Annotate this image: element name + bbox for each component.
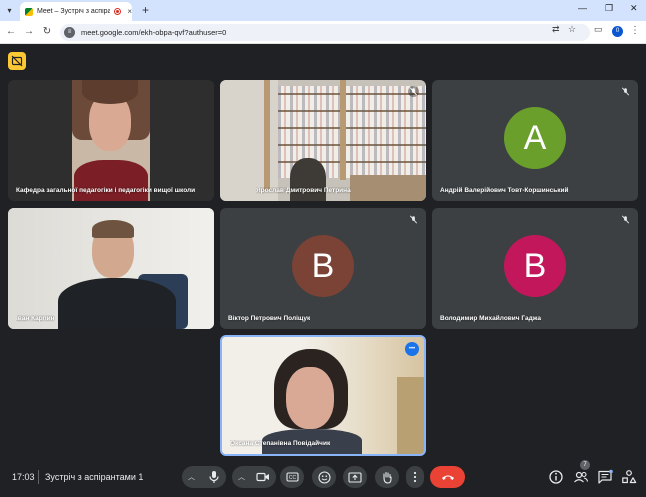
tab-title: Meet – Зустріч з аспірантами xyxy=(37,8,111,15)
leave-call-button[interactable] xyxy=(430,466,465,488)
url-text: meet.google.com/ekh-obpa-qvf?authuser=0 xyxy=(81,28,227,37)
participant-count-badge: 7 xyxy=(580,460,590,470)
address-bar[interactable]: ≡ meet.google.com/ekh-obpa-qvf?authuser=… xyxy=(60,24,590,41)
minimize-icon[interactable]: — xyxy=(578,3,587,13)
participant-video xyxy=(220,80,426,201)
meeting-info-icon[interactable] xyxy=(548,469,564,485)
cast-icon[interactable]: ▭ xyxy=(594,24,603,35)
meeting-clock: 17:03 xyxy=(12,472,35,482)
camera-icon[interactable] xyxy=(256,472,270,482)
svg-text:CC: CC xyxy=(288,475,296,481)
mic-off-icon xyxy=(621,87,630,96)
reload-icon[interactable]: ↻ xyxy=(40,26,54,37)
recording-icon xyxy=(114,8,122,15)
raise-hand-icon xyxy=(383,471,392,484)
browser-toolbar: ← → ↻ ≡ meet.google.com/ekh-obpa-qvf?aut… xyxy=(0,21,646,44)
tab-meet[interactable]: Meet – Зустріч з аспірантами × xyxy=(20,2,132,21)
participant-tile[interactable]: Кафедра загальної педагогіки і педагогік… xyxy=(8,80,214,201)
participant-avatar: B xyxy=(292,235,354,297)
closed-captions-icon: CC xyxy=(285,472,299,482)
reactions-button[interactable] xyxy=(312,466,336,488)
raise-hand-button[interactable] xyxy=(375,466,399,488)
back-icon[interactable]: ← xyxy=(4,26,18,37)
participant-tile[interactable]: A Андрій Валерійович Товт-Коршинський xyxy=(432,80,638,201)
participant-name: Ярослав Дмитрович Петрина xyxy=(256,187,351,194)
participant-avatar: B xyxy=(504,235,566,297)
close-window-icon[interactable]: ✕ xyxy=(630,3,638,14)
participant-avatar: A xyxy=(504,107,566,169)
mic-off-icon xyxy=(621,215,630,224)
more-options-menu-button[interactable] xyxy=(406,466,424,488)
present-button[interactable] xyxy=(343,466,367,488)
audio-settings-chevron-icon[interactable]: ︿ xyxy=(188,472,195,482)
captions-button[interactable]: CC xyxy=(280,466,304,488)
divider xyxy=(38,470,39,484)
participant-video xyxy=(222,337,424,454)
site-settings-icon[interactable]: ≡ xyxy=(64,27,75,38)
participant-tile[interactable]: Ярослав Дмитрович Петрина xyxy=(220,80,426,201)
meeting-title: Зустріч з аспірантами 1 xyxy=(45,472,144,482)
more-vert-icon xyxy=(413,471,417,483)
captions-off-icon[interactable] xyxy=(8,52,26,70)
participant-name: Кафедра загальної педагогіки і педагогік… xyxy=(16,187,196,194)
meet-favicon-icon xyxy=(25,7,33,16)
tab-strip: ▾ Meet – Зустріч з аспірантами × + — ❐ ✕ xyxy=(0,0,646,21)
mic-control[interactable]: ︿ xyxy=(182,466,226,488)
participant-name: Віктор Петрович Поліщук xyxy=(228,315,311,322)
bookmark-star-icon[interactable]: ☆ xyxy=(568,24,576,35)
participant-video xyxy=(8,208,214,329)
hang-up-icon xyxy=(441,475,454,480)
browser-menu-icon[interactable]: ⋮ xyxy=(630,25,640,36)
participant-tile[interactable]: B Володимир Михайлович Гаджа xyxy=(432,208,638,329)
mic-icon[interactable] xyxy=(208,470,220,484)
participant-tile[interactable]: B Віктор Петрович Поліщук xyxy=(220,208,426,329)
translate-icon[interactable]: ⇄ xyxy=(552,24,560,35)
mic-off-icon xyxy=(409,215,418,224)
present-screen-icon xyxy=(348,471,362,483)
profile-avatar[interactable]: 0 xyxy=(612,26,623,37)
chat-icon[interactable] xyxy=(597,469,613,485)
participant-name: Володимир Михайлович Гаджа xyxy=(440,315,541,322)
participant-tile-speaking[interactable]: ••• Оксана Степанівна Повідайчик xyxy=(220,335,426,456)
new-tab-button[interactable]: + xyxy=(142,3,149,17)
participant-name: Іван Карпин xyxy=(16,315,55,322)
people-icon[interactable] xyxy=(573,469,589,485)
emoji-icon xyxy=(317,470,331,484)
camera-control[interactable]: ︿ xyxy=(232,466,276,488)
forward-icon[interactable]: → xyxy=(22,26,36,37)
more-options-button[interactable]: ••• xyxy=(405,342,419,356)
participant-name: Оксана Степанівна Повідайчик xyxy=(230,440,331,447)
participant-name: Андрій Валерійович Товт-Коршинський xyxy=(440,187,569,194)
participant-video xyxy=(72,80,150,201)
control-bar: 17:03 Зустріч з аспірантами 1 ︿ ︿ CC 7 xyxy=(0,458,646,497)
maximize-icon[interactable]: ❐ xyxy=(605,3,613,14)
tab-close-button[interactable]: × xyxy=(127,7,132,16)
meet-stage: Кафедра загальної педагогіки і педагогік… xyxy=(0,45,646,497)
tab-search-icon[interactable]: ▾ xyxy=(4,5,15,16)
mic-off-icon xyxy=(408,86,419,97)
activities-icon[interactable] xyxy=(621,469,637,485)
participant-tile[interactable]: Іван Карпин xyxy=(8,208,214,329)
video-settings-chevron-icon[interactable]: ︿ xyxy=(238,472,245,482)
